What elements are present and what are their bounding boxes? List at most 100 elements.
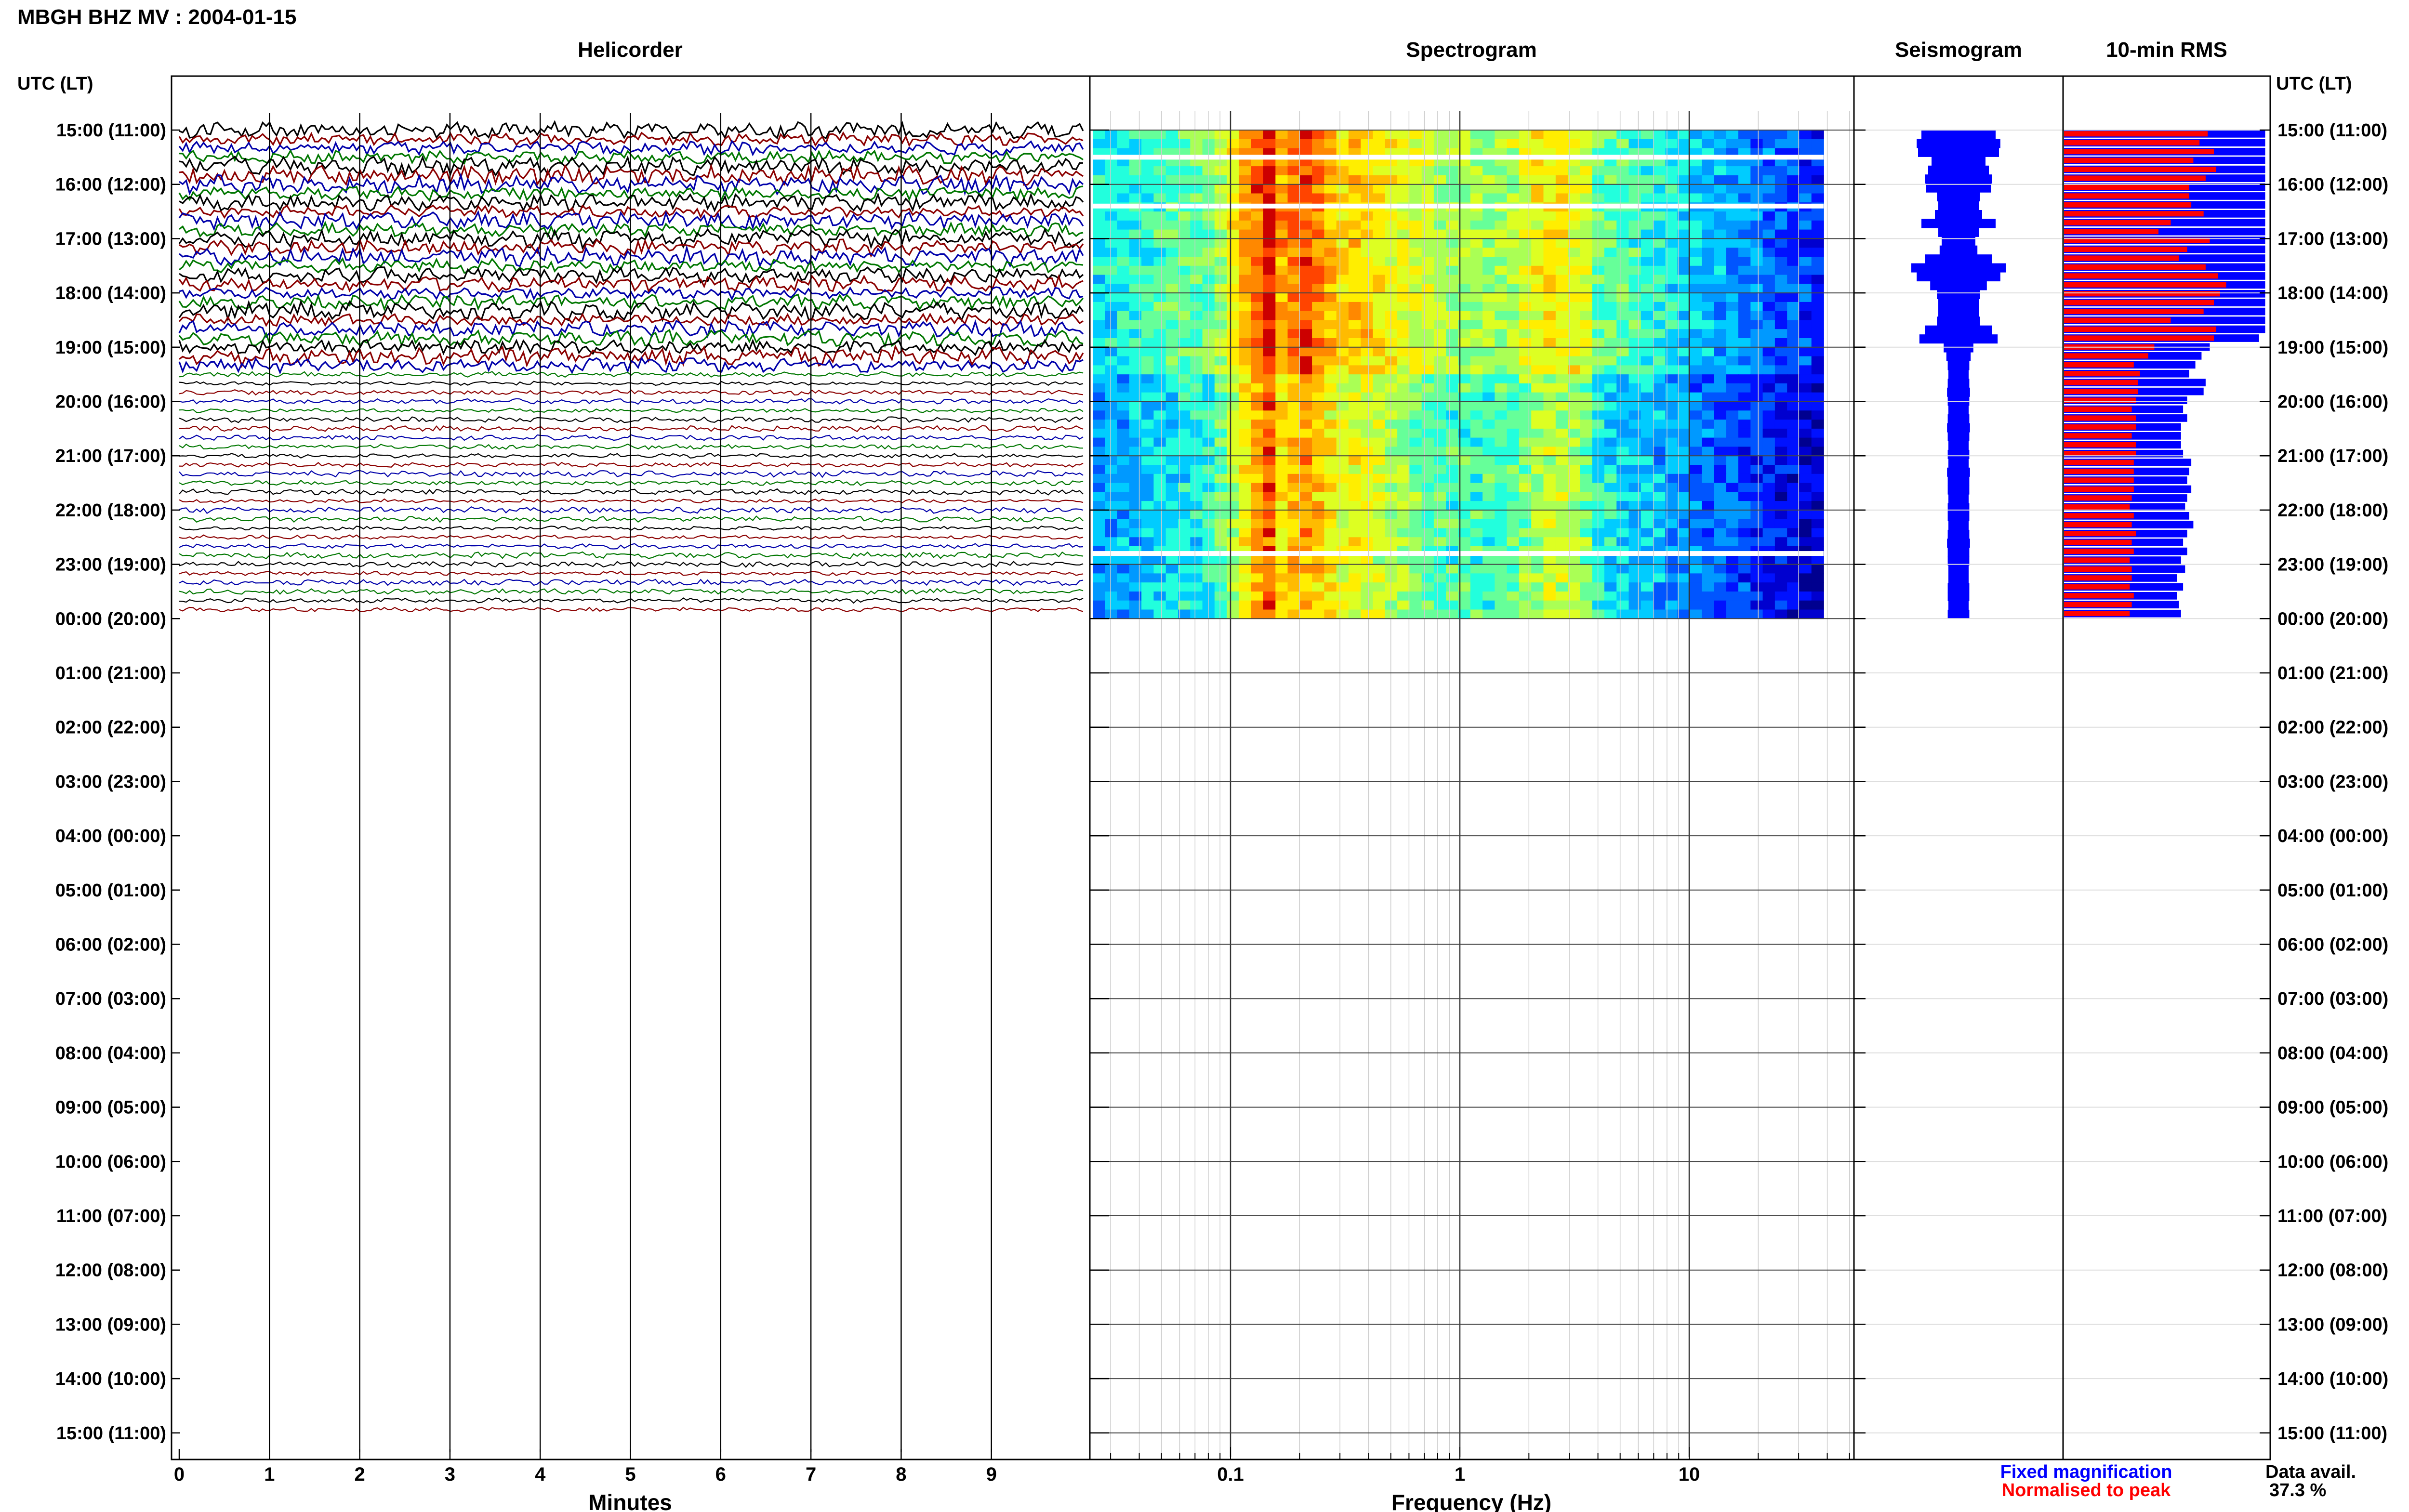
spectrogram-cell [1628,293,1641,302]
spectrogram-cell [1689,600,1702,610]
spectrogram-cell [1507,365,1520,375]
spectrogram-cell [1799,166,1812,176]
spectrogram-cell [1299,410,1312,420]
spectrogram-cell [1811,428,1824,438]
spectrogram-cell [1580,555,1593,565]
spectrogram-cell [1580,130,1593,140]
spectrogram-cell [1495,238,1508,248]
spectrogram-cell [1312,392,1325,402]
spectrogram-cell [1507,609,1520,619]
spectrogram-cell [1604,229,1617,239]
minute-tick-label: 7 [806,1464,816,1485]
spectrogram-cell [1799,238,1812,248]
spectrogram-cell [1799,139,1812,149]
spectrogram-cell [1628,392,1641,402]
spectrogram-cell [1202,175,1215,185]
spectrogram-cell [1604,302,1617,312]
spectrogram-cell [1117,609,1130,619]
spectrogram-cell [1628,329,1641,339]
spectrogram-cell [1153,573,1166,583]
spectrogram-cell [1373,365,1386,375]
spectrogram-cell [1385,356,1398,366]
spectrogram-cell [1482,347,1496,357]
spectrogram-cell [1165,473,1178,484]
spectrogram-cell [1580,582,1593,592]
spectrogram-cell [1507,211,1520,221]
spectrogram-cell [1774,609,1787,619]
spectrogram-cell [1738,473,1751,484]
spectrogram-cell [1153,365,1166,375]
spectrogram-cell [1689,483,1702,493]
spectrogram-cell [1227,510,1240,520]
spectrogram-cell [1433,257,1446,266]
spectrogram-cell [1543,492,1556,501]
spectrogram-cell [1202,564,1215,574]
spectrogram-cell [1421,302,1434,312]
spectrogram-cell [1117,365,1130,375]
spectrogram-cell [1702,555,1715,565]
rms-normalised-bar [2064,326,2216,332]
spectrogram-cell [1433,265,1446,276]
spectrogram-cell [1165,311,1178,321]
spectrogram-cell [1239,193,1252,203]
spectrogram-cell [1762,284,1775,293]
spectrogram-cell [1348,229,1361,239]
spectrogram-cell [1811,311,1824,321]
spectrogram-cell [1482,420,1496,429]
helicorder-trace [178,329,1084,348]
spectrogram-cell [1787,392,1800,402]
spectrogram-cell [1165,401,1178,411]
spectrogram-cell [1446,374,1459,384]
spectrogram-cell [1227,275,1240,285]
spectrogram-cell [1726,609,1739,619]
spectrogram-cell [1153,582,1166,592]
spectrogram-cell [1628,365,1641,375]
spectrogram-cell [1580,456,1593,465]
spectrogram-cell [1287,473,1300,484]
spectrogram-cell [1361,510,1374,520]
spectrogram-cell [1738,410,1751,420]
spectrogram-cell [1093,473,1106,484]
spectrogram-cell [1762,555,1775,565]
spectrogram-cell [1190,193,1203,203]
spectrogram-cell [1702,365,1715,375]
spectrogram-cell [1287,609,1300,619]
spectrogram-cell [1287,428,1300,438]
spectrogram-cell [1799,347,1812,357]
spectrogram-cell [1336,193,1349,203]
spectrogram-cell [1580,238,1593,248]
spectrogram-cell [1774,166,1787,176]
spectrogram-cell [1446,130,1459,140]
spectrogram-cell [1446,320,1459,330]
spectrogram-cell [1153,229,1166,239]
spectrogram-cell [1093,130,1106,140]
spectrogram-cell [1093,284,1106,293]
spectrogram-cell [1604,338,1617,348]
spectrogram-cell [1762,519,1775,529]
spectrogram-cell [1299,311,1312,321]
spectrogram-cell [1653,592,1666,601]
spectrogram-cell [1482,329,1496,339]
spectrogram-cell [1507,592,1520,601]
seismogram-envelope-segment [1911,263,2006,273]
spectrogram-cell [1787,284,1800,293]
spectrogram-cell [1702,592,1715,601]
spectrogram-cell [1470,519,1483,529]
spectrogram-cell [1482,447,1496,456]
frequency-tick-label: 1 [1455,1464,1465,1485]
spectrogram-cell [1714,420,1727,429]
spectrogram-cell [1299,447,1312,456]
spectrogram-cell [1470,275,1483,285]
spectrogram-cell [1495,473,1508,484]
spectrogram-cell [1628,229,1641,239]
spectrogram-cell [1190,483,1203,493]
spectrogram-cell [1385,492,1398,501]
spectrogram-cell [1165,555,1178,565]
spectrogram-cell [1239,248,1252,257]
spectrogram-cell [1093,492,1106,501]
spectrogram-cell [1190,600,1203,610]
spectrogram-cell [1787,528,1800,538]
spectrogram-cell [1799,456,1812,465]
spectrogram-cell [1628,374,1641,384]
spectrogram-cell [1373,537,1386,547]
